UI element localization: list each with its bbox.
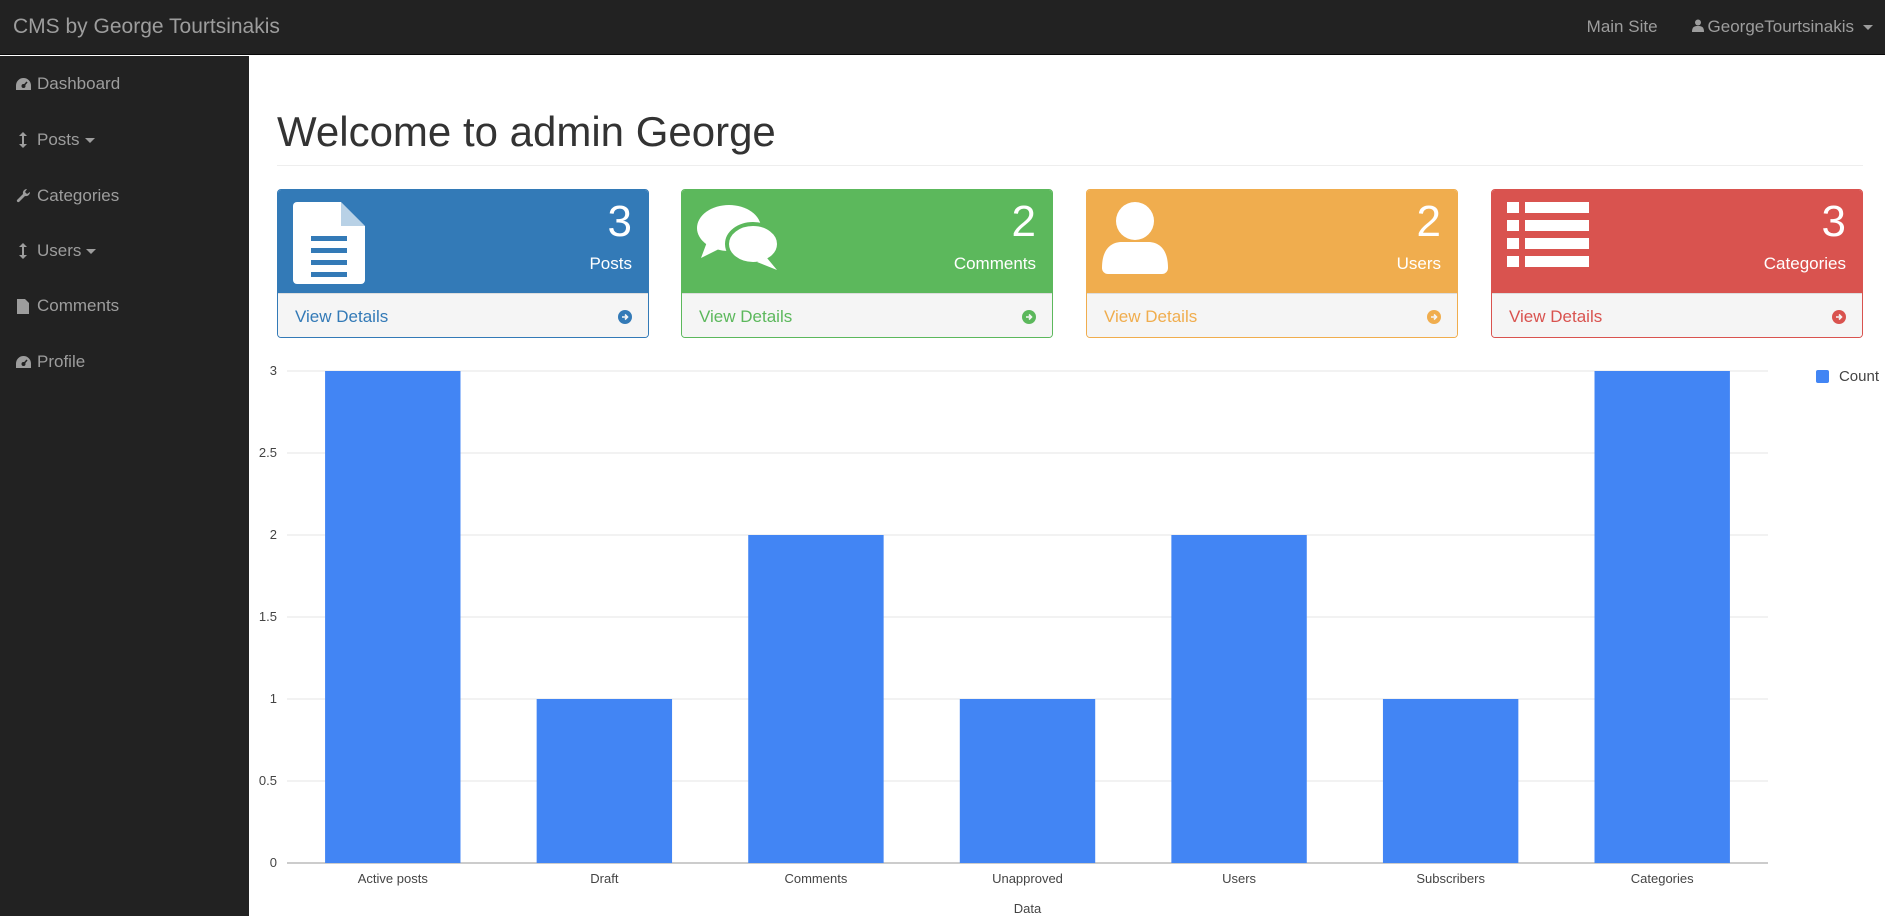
x-axis-title: Data (1014, 901, 1042, 916)
chart-bar (1171, 535, 1307, 863)
sidebar-item-label: Users (37, 241, 82, 260)
main-site-label: Main Site (1586, 17, 1658, 36)
page-title: Welcome to admin George (277, 108, 776, 155)
chart-bar (536, 699, 673, 863)
caret-down-icon (1863, 24, 1873, 30)
categories-panel: 3 Categories View Details (1491, 189, 1863, 338)
view-details-label: View Details (699, 306, 793, 326)
x-tick-label: Draft (590, 871, 619, 886)
legend-label: Count (1838, 368, 1879, 385)
posts-count: 3 (607, 197, 632, 246)
users-count: 2 (1416, 197, 1441, 246)
arrows-v-icon (15, 243, 31, 259)
top-nav-right: Main Site GeorgeTourtsinakis (1587, 17, 1873, 37)
panel-heading: 3 Categories (1492, 190, 1862, 293)
user-icon (1691, 17, 1704, 37)
sidebar-item-categories[interactable]: Categories (0, 176, 249, 216)
bar-chart: 0 0.5 1 1.5 2 2.5 3 Active posts Draft Comments Un… (259, 363, 1768, 916)
list-icon (1507, 202, 1589, 273)
posts-label: Posts (589, 254, 632, 273)
x-tick-label: Categories (1631, 871, 1694, 886)
user-menu[interactable]: GeorgeTourtsinakis (1691, 17, 1873, 37)
y-tick-label: 2 (270, 527, 277, 542)
view-details-label: View Details (1104, 306, 1198, 326)
arrow-circle-right-icon (1022, 309, 1036, 324)
sidebar-item-label: Profile (37, 352, 86, 371)
y-tick-label: 1 (270, 691, 277, 706)
sidebar-item-comments[interactable]: Comments (0, 286, 249, 326)
comments-icon (697, 202, 781, 277)
view-details-label: View Details (295, 306, 389, 326)
arrow-circle-right-icon (1427, 309, 1441, 324)
panel-heading: 2 Comments (682, 190, 1052, 293)
dashboard-icon (15, 76, 31, 92)
sidebar-item-dashboard[interactable]: Dashboard (0, 64, 249, 104)
sidebar: Dashboard Posts Categories Users Comment… (0, 56, 249, 916)
user-icon (1102, 202, 1168, 279)
panel-heading: 3 Posts (278, 190, 648, 293)
comments-view-details[interactable]: View Details (682, 293, 1052, 337)
y-tick-label: 2.5 (259, 445, 277, 460)
chart-bar (325, 371, 461, 863)
y-tick-label: 0 (270, 855, 277, 870)
x-tick-label: Unapproved (992, 871, 1063, 886)
arrows-v-icon (15, 132, 31, 148)
x-tick-label: Users (1222, 871, 1256, 886)
chart-bar (748, 535, 884, 863)
caret-down-icon (84, 137, 95, 143)
comments-count: 2 (1011, 197, 1036, 246)
title-divider (277, 165, 1863, 166)
users-view-details[interactable]: View Details (1087, 293, 1457, 337)
file-icon (15, 298, 31, 314)
panel-heading: 2 Users (1087, 190, 1457, 293)
users-panel: 2 Users View Details (1086, 189, 1458, 338)
caret-down-icon (86, 248, 97, 254)
file-text-icon (293, 202, 365, 289)
wrench-icon (15, 188, 31, 204)
chart-bar (959, 699, 1096, 863)
posts-panel: 3 Posts View Details (277, 189, 649, 338)
brand-link[interactable]: CMS by George Tourtsinakis (13, 15, 280, 39)
user-name: GeorgeTourtsinakis (1707, 17, 1854, 36)
sidebar-item-profile[interactable]: Profile (0, 342, 249, 382)
sidebar-item-label: Dashboard (37, 74, 121, 93)
legend-swatch (1815, 370, 1829, 383)
categories-label: Categories (1763, 254, 1846, 273)
sidebar-item-label: Categories (37, 186, 120, 205)
chart-legend: Count (1815, 368, 1879, 385)
chart-bar (1594, 371, 1730, 863)
view-details-label: View Details (1509, 306, 1603, 326)
sidebar-item-users[interactable]: Users (0, 231, 249, 271)
y-tick-label: 1.5 (259, 609, 277, 624)
categories-count: 3 (1821, 197, 1846, 246)
x-tick-label: Active posts (358, 871, 429, 886)
dashboard-icon (15, 354, 31, 370)
sidebar-item-label: Posts (37, 130, 80, 149)
arrow-circle-right-icon (1832, 309, 1846, 324)
sidebar-item-posts[interactable]: Posts (0, 120, 249, 160)
sidebar-item-label: Comments (37, 296, 120, 315)
comments-panel: 2 Comments View Details (681, 189, 1053, 338)
y-tick-label: 0.5 (259, 773, 277, 788)
main-site-link[interactable]: Main Site (1587, 17, 1658, 37)
arrow-circle-right-icon (618, 309, 632, 324)
x-tick-label: Comments (784, 871, 847, 886)
top-navbar: CMS by George Tourtsinakis Main Site Geo… (0, 0, 1885, 55)
comments-label: Comments (953, 254, 1036, 273)
y-tick-label: 3 (270, 363, 277, 378)
x-tick-label: Subscribers (1416, 871, 1485, 886)
chart-bar (1382, 699, 1519, 863)
users-label: Users (1396, 254, 1441, 273)
posts-view-details[interactable]: View Details (278, 293, 648, 337)
categories-view-details[interactable]: View Details (1492, 293, 1862, 337)
